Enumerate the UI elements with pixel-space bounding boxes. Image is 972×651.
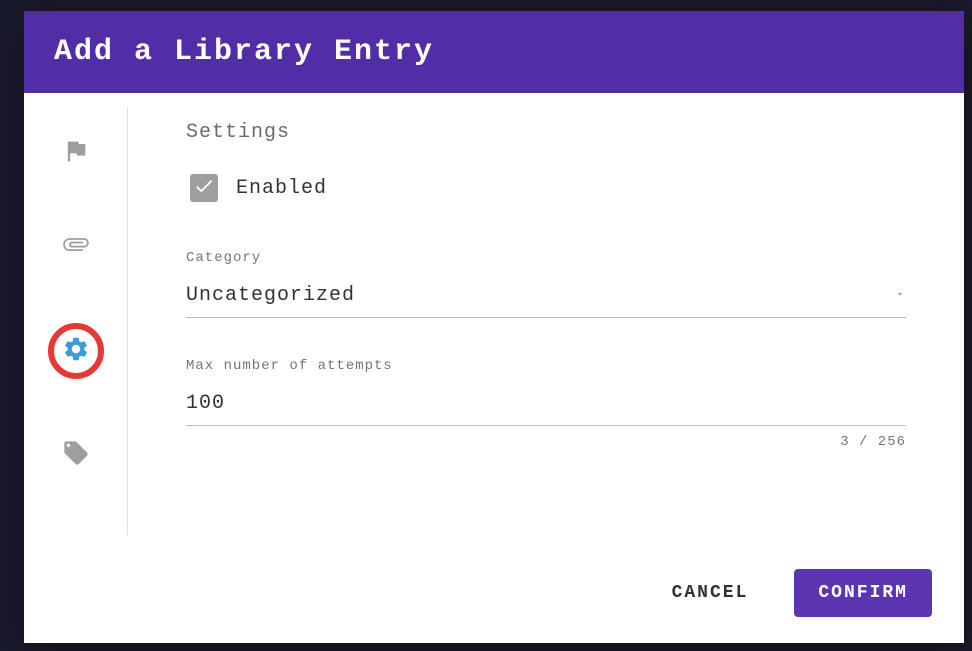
enabled-checkbox[interactable] xyxy=(190,174,218,202)
settings-panel: Settings Enabled Category Uncategorized xyxy=(128,93,964,549)
max-attempts-field: Max number of attempts 3 / 256 xyxy=(186,358,906,450)
max-attempts-label: Max number of attempts xyxy=(186,358,906,374)
flag-icon xyxy=(62,137,90,170)
max-attempts-input[interactable] xyxy=(186,386,906,426)
modal-body: Settings Enabled Category Uncategorized xyxy=(24,93,964,549)
chevron-down-icon xyxy=(894,287,906,305)
attachment-icon xyxy=(62,230,90,263)
modal-sidebar xyxy=(24,107,128,535)
section-title: Settings xyxy=(186,121,906,144)
add-library-entry-modal: Add a Library Entry xyxy=(24,11,964,643)
sidebar-tab-attachment[interactable] xyxy=(62,230,90,263)
tag-icon xyxy=(62,439,90,472)
category-value: Uncategorized xyxy=(186,284,355,307)
cancel-button[interactable]: CANCEL xyxy=(648,569,773,617)
char-counter: 3 / 256 xyxy=(186,434,906,450)
category-field: Category Uncategorized xyxy=(186,250,906,318)
modal-title: Add a Library Entry xyxy=(54,35,434,69)
category-label: Category xyxy=(186,250,906,266)
enabled-label: Enabled xyxy=(236,177,327,200)
modal-header: Add a Library Entry xyxy=(24,11,964,93)
check-icon xyxy=(193,175,215,202)
confirm-button[interactable]: CONFIRM xyxy=(794,569,932,617)
gear-icon xyxy=(62,335,90,368)
sidebar-tab-settings[interactable] xyxy=(48,323,104,379)
modal-footer: CANCEL CONFIRM xyxy=(24,549,964,643)
enabled-row: Enabled xyxy=(186,174,906,202)
sidebar-tab-flag[interactable] xyxy=(62,137,90,170)
category-select[interactable]: Uncategorized xyxy=(186,278,906,318)
sidebar-tab-tag[interactable] xyxy=(62,439,90,472)
